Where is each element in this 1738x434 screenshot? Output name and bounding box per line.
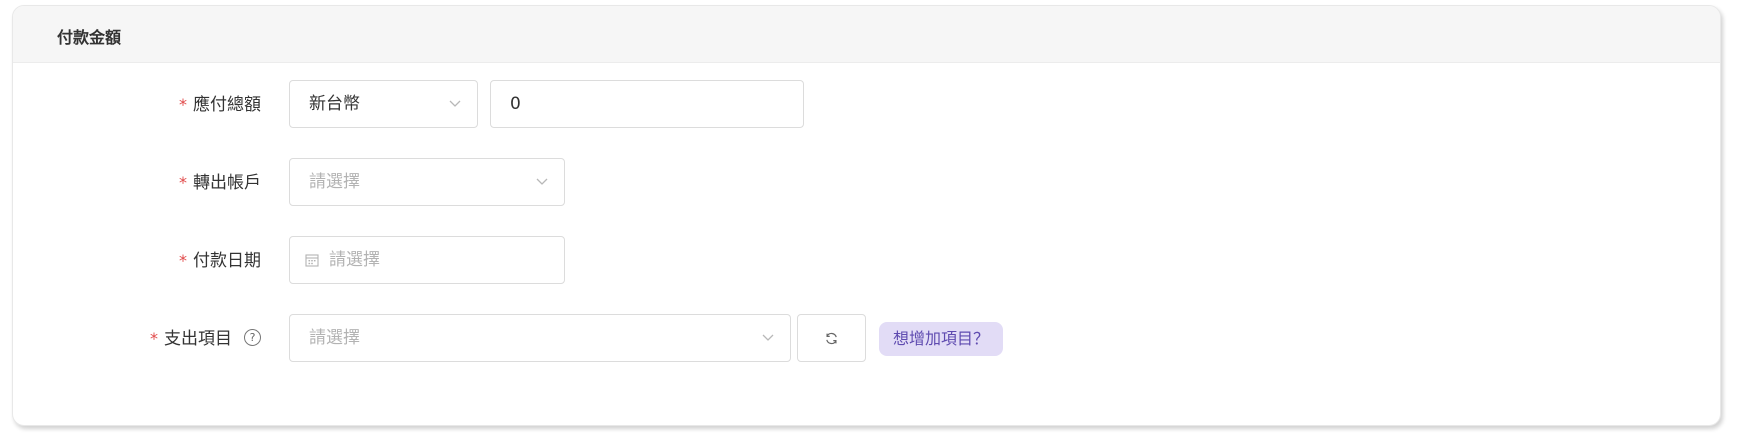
chevron-down-icon [449, 100, 461, 107]
required-mark: * [150, 329, 158, 348]
total-label: * 應付總額 [179, 80, 261, 130]
total-row: * 應付總額 新台幣 0 [13, 80, 1720, 132]
date-label-text: 付款日期 [193, 251, 261, 271]
card-header: 付款金額 [13, 6, 1720, 63]
expense-select[interactable]: 請選擇 [289, 314, 791, 362]
date-row: * 付款日期 請選擇 [13, 236, 1720, 288]
required-mark: * [179, 173, 187, 192]
chevron-down-icon [536, 178, 548, 185]
amount-input[interactable]: 0 [490, 80, 804, 128]
date-label: * 付款日期 [179, 236, 261, 286]
account-row: * 轉出帳戶 請選擇 [13, 158, 1720, 210]
payment-amount-card: 付款金額 * 應付總額 新台幣 0 * 轉出帳戶 請選擇 * 付款日期 請選擇 … [12, 5, 1721, 426]
account-placeholder: 請選擇 [309, 172, 360, 192]
currency-select[interactable]: 新台幣 [289, 80, 478, 128]
account-label-text: 轉出帳戶 [193, 173, 261, 193]
refresh-button[interactable] [797, 314, 866, 362]
account-label: * 轉出帳戶 [179, 158, 261, 208]
expense-label-text: 支出項目 [164, 329, 232, 349]
currency-value: 新台幣 [309, 94, 360, 114]
amount-value: 0 [510, 94, 521, 114]
date-picker[interactable]: 請選擇 [289, 236, 565, 284]
chevron-down-icon [762, 334, 774, 341]
section-title: 付款金額 [57, 28, 122, 47]
add-expense-item-link[interactable]: 想增加項目？ [879, 322, 1004, 356]
refresh-icon [826, 332, 837, 345]
calendar-icon [305, 254, 319, 267]
date-placeholder: 請選擇 [329, 250, 380, 270]
expense-label: * 支出項目? [150, 314, 261, 364]
total-label-text: 應付總額 [193, 95, 261, 115]
question-circle-icon[interactable]: ? [244, 328, 261, 346]
expense-placeholder: 請選擇 [309, 328, 360, 348]
expense-row: * 支出項目? 請選擇 想增加項目？ [13, 314, 1720, 366]
required-mark: * [179, 251, 187, 270]
account-select[interactable]: 請選擇 [289, 158, 565, 206]
required-mark: * [179, 95, 187, 114]
